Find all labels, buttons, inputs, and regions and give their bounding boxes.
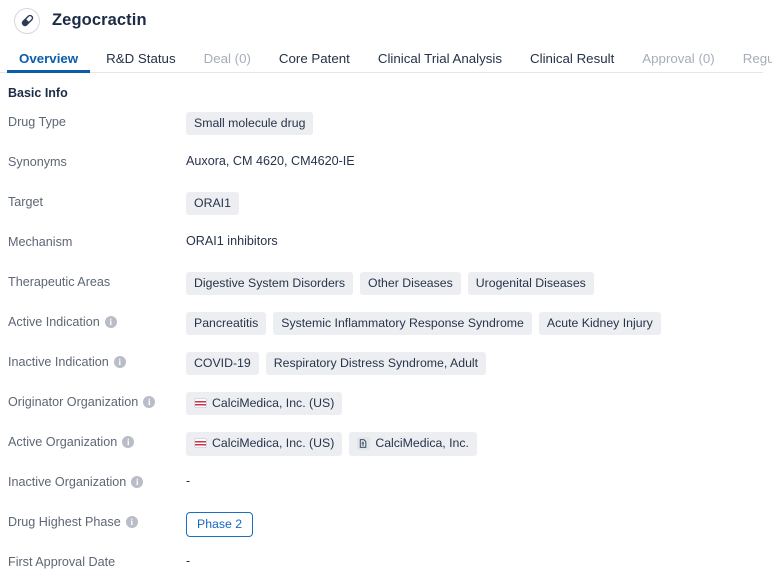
field-label-text: First Approval Date [8, 555, 116, 569]
tag-target[interactable]: ORAI1 [186, 192, 239, 216]
field-row-inactive-organization: Inactive Organization i - [0, 472, 772, 512]
field-value-active-organization: CalciMedica, Inc. (US) CalciMedica, Inc. [186, 432, 772, 456]
us-flag-icon [194, 438, 207, 449]
field-label-text: Active Organization [8, 435, 118, 449]
tag-originator-organization[interactable]: CalciMedica, Inc. (US) [186, 392, 343, 416]
field-label-text: Active Indication [8, 315, 100, 329]
organization-building-icon [357, 437, 371, 450]
field-label-mechanism: Mechanism [0, 232, 186, 251]
field-label-text: Target [8, 195, 44, 209]
field-label-text: Originator Organization [8, 395, 139, 409]
field-label-text: Mechanism [8, 235, 73, 249]
field-label-text: Drug Highest Phase [8, 515, 121, 529]
synonyms-text: Auxora, CM 4620, CM4620-IE [186, 154, 355, 168]
section-title-basic-info: Basic Info [8, 86, 68, 100]
info-icon[interactable]: i [104, 316, 117, 328]
tag-active-indication[interactable]: Pancreatitis [186, 312, 267, 336]
field-row-drug-type: Drug Type Small molecule drug [0, 112, 772, 152]
field-label-inactive-organization: Inactive Organization i [0, 472, 186, 491]
field-label-drug-highest-phase: Drug Highest Phase i [0, 512, 186, 531]
tab-clinical-trial-analysis[interactable]: Clinical Trial Analysis [364, 51, 516, 73]
field-label-text: Drug Type [8, 115, 66, 129]
tab-rd-status[interactable]: R&D Status [92, 51, 189, 73]
mechanism-text: ORAI1 inhibitors [186, 234, 278, 248]
field-value-target: ORAI1 [186, 192, 772, 216]
field-row-drug-highest-phase: Drug Highest Phase i Phase 2 [0, 512, 772, 552]
field-label-text: Synonyms [8, 155, 67, 169]
field-value-therapeutic-areas: Digestive System Disorders Other Disease… [186, 272, 772, 296]
empty-value: - [186, 554, 191, 568]
tag-inactive-indication[interactable]: Respiratory Distress Syndrome, Adult [265, 352, 487, 376]
tag-active-indication[interactable]: Systemic Inflammatory Response Syndrome [273, 312, 532, 336]
tag-active-indication[interactable]: Acute Kidney Injury [538, 312, 661, 336]
page-title: Zegocractin [52, 11, 147, 29]
field-value-drug-type: Small molecule drug [186, 112, 772, 136]
info-icon[interactable]: i [122, 436, 135, 448]
field-label-active-indication: Active Indication i [0, 312, 186, 331]
field-label-active-organization: Active Organization i [0, 432, 186, 451]
tag-drug-type[interactable]: Small molecule drug [186, 112, 314, 136]
field-label-synonyms: Synonyms [0, 152, 186, 171]
tag-active-organization-country[interactable]: CalciMedica, Inc. (US) [186, 432, 343, 456]
field-label-text: Inactive Organization [8, 475, 127, 489]
page-header: Zegocractin [0, 0, 772, 41]
field-row-active-indication: Active Indication i Pancreatitis Systemi… [0, 312, 772, 352]
field-label-target: Target [0, 192, 186, 211]
field-value-first-approval-date: - [186, 552, 772, 571]
field-value-synonyms: Auxora, CM 4620, CM4620-IE [186, 152, 772, 171]
drug-detail-page: Zegocractin Overview R&D Status Deal (0)… [0, 0, 772, 575]
field-label-first-approval-date: First Approval Date [0, 552, 186, 571]
us-flag-icon [194, 398, 207, 409]
tag-therapeutic-area[interactable]: Other Diseases [360, 272, 461, 296]
tab-approval[interactable]: Approval (0) [628, 51, 728, 73]
field-row-target: Target ORAI1 [0, 192, 772, 232]
info-icon[interactable]: i [125, 516, 138, 528]
field-row-first-approval-date: First Approval Date - [0, 552, 772, 575]
info-icon[interactable]: i [143, 396, 156, 408]
field-value-mechanism: ORAI1 inhibitors [186, 232, 772, 251]
field-row-synonyms: Synonyms Auxora, CM 4620, CM4620-IE [0, 152, 772, 192]
field-row-active-organization: Active Organization i CalciMedica, Inc. … [0, 432, 772, 472]
tag-therapeutic-area[interactable]: Urogenital Diseases [467, 272, 594, 296]
field-value-inactive-organization: - [186, 472, 772, 491]
basic-info-fields: Drug Type Small molecule drug Synonyms A… [0, 100, 772, 575]
field-value-originator-organization: CalciMedica, Inc. (US) [186, 392, 772, 416]
tag-therapeutic-area[interactable]: Digestive System Disorders [186, 272, 354, 296]
tag-inactive-indication[interactable]: COVID-19 [186, 352, 259, 376]
field-label-inactive-indication: Inactive Indication i [0, 352, 186, 371]
field-label-text: Therapeutic Areas [8, 275, 111, 289]
tab-deal[interactable]: Deal (0) [190, 51, 265, 73]
capsule-pill-icon [14, 7, 40, 34]
tab-bar: Overview R&D Status Deal (0) Core Patent… [0, 41, 772, 74]
field-row-therapeutic-areas: Therapeutic Areas Digestive System Disor… [0, 272, 772, 312]
empty-value: - [186, 474, 191, 488]
field-row-mechanism: Mechanism ORAI1 inhibitors [0, 232, 772, 272]
tag-active-organization-company[interactable]: CalciMedica, Inc. [349, 432, 477, 456]
tab-core-patent[interactable]: Core Patent [265, 51, 364, 73]
field-label-therapeutic-areas: Therapeutic Areas [0, 272, 186, 291]
field-label-drug-type: Drug Type [0, 112, 186, 131]
tab-regulation[interactable]: Regulation (0) [729, 51, 772, 73]
tab-overview[interactable]: Overview [5, 51, 92, 74]
status-badge-phase[interactable]: Phase 2 [186, 512, 254, 538]
field-label-originator-organization: Originator Organization i [0, 392, 186, 411]
field-value-active-indication: Pancreatitis Systemic Inflammatory Respo… [186, 312, 772, 336]
tag-label: CalciMedica, Inc. (US) [212, 436, 335, 451]
info-icon[interactable]: i [113, 356, 126, 368]
field-value-inactive-indication: COVID-19 Respiratory Distress Syndrome, … [186, 352, 772, 376]
field-label-text: Inactive Indication [8, 355, 109, 369]
info-icon[interactable]: i [131, 476, 144, 488]
field-row-inactive-indication: Inactive Indication i COVID-19 Respirato… [0, 352, 772, 392]
field-value-drug-highest-phase: Phase 2 [186, 512, 772, 538]
tag-label: CalciMedica, Inc. (US) [212, 396, 335, 410]
tab-clinical-result[interactable]: Clinical Result [516, 51, 628, 73]
tag-label: CalciMedica, Inc. [375, 436, 469, 451]
field-row-originator-organization: Originator Organization i CalciMedica, I… [0, 392, 772, 432]
